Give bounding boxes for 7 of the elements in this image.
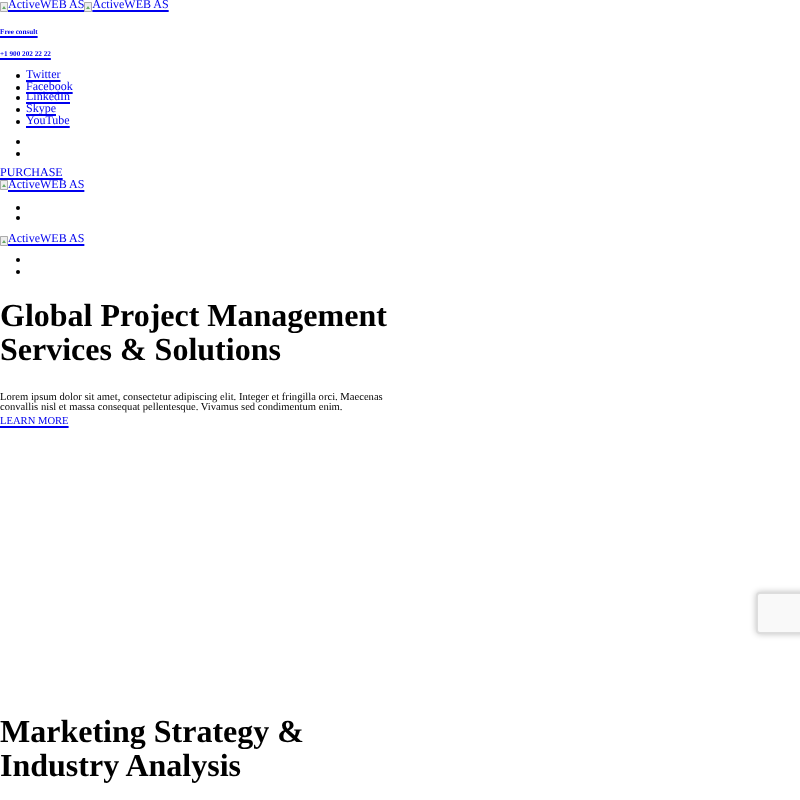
broken-image-icon	[0, 1, 8, 11]
broken-image-icon	[84, 1, 93, 11]
hero-title: Global Project Management Services & Solutions	[0, 299, 389, 368]
captcha-badge[interactable]	[756, 592, 800, 634]
broken-image-icon	[0, 235, 8, 246]
broken-image-icon	[0, 180, 8, 191]
section-title: Marketing Strategy & Industry Analysis	[0, 716, 306, 785]
